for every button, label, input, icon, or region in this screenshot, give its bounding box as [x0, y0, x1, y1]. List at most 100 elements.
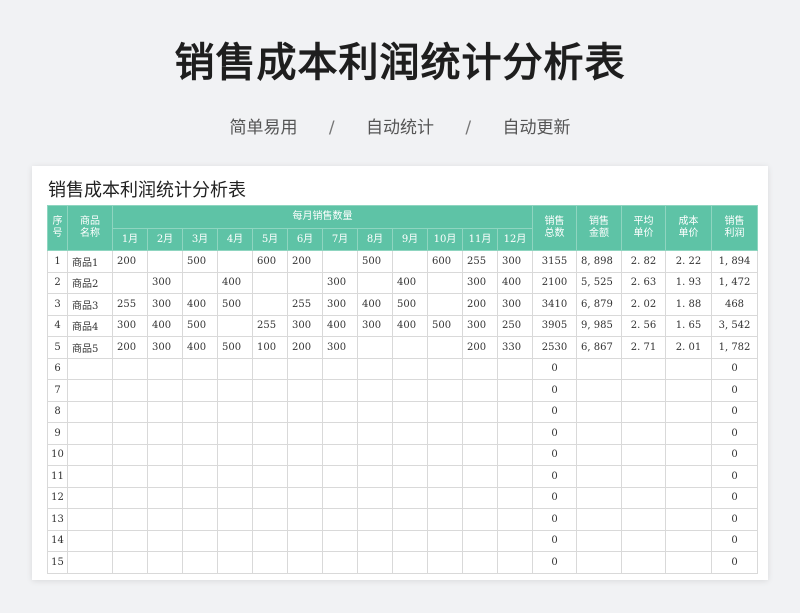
cell-profit[interactable]: 1, 782 [711, 336, 758, 359]
cell-month-qty[interactable] [252, 422, 288, 445]
cell-month-qty[interactable] [427, 379, 463, 402]
cell-month-qty[interactable] [287, 422, 323, 445]
cell-month-qty[interactable] [217, 314, 253, 337]
cell-cost-price[interactable] [665, 465, 712, 488]
cell-month-qty[interactable]: 330 [497, 336, 533, 359]
cell-month-qty[interactable] [497, 357, 533, 380]
cell-amount[interactable] [576, 508, 622, 531]
cell-product-name[interactable] [67, 443, 113, 466]
cell-month-qty[interactable]: 200 [287, 336, 323, 359]
cell-month-qty[interactable]: 300 [462, 271, 498, 294]
cell-amount[interactable] [576, 357, 622, 380]
cell-total-qty[interactable]: 0 [532, 400, 577, 423]
cell-month-qty[interactable]: 300 [497, 250, 533, 273]
cell-month-qty[interactable]: 500 [357, 250, 393, 273]
cell-amount[interactable]: 5, 525 [576, 271, 622, 294]
cell-avg-price[interactable] [621, 357, 666, 380]
cell-month-qty[interactable]: 300 [322, 271, 358, 294]
cell-month-qty[interactable]: 300 [462, 314, 498, 337]
cell-month-qty[interactable] [217, 508, 253, 531]
cell-product-name[interactable] [67, 508, 113, 531]
cell-month-qty[interactable] [322, 250, 358, 273]
cell-product-name[interactable] [67, 400, 113, 423]
cell-month-qty[interactable]: 300 [322, 336, 358, 359]
cell-month-qty[interactable] [147, 551, 183, 574]
cell-month-qty[interactable]: 500 [427, 314, 463, 337]
cell-month-qty[interactable]: 300 [322, 293, 358, 316]
cell-profit[interactable]: 0 [711, 486, 758, 509]
cell-month-qty[interactable] [497, 529, 533, 552]
cell-avg-price[interactable]: 2. 02 [621, 293, 666, 316]
cell-month-qty[interactable] [217, 443, 253, 466]
cell-month-qty[interactable] [147, 529, 183, 552]
cell-total-qty[interactable]: 0 [532, 422, 577, 445]
cell-total-qty[interactable]: 0 [532, 529, 577, 552]
cell-month-qty[interactable] [112, 486, 148, 509]
cell-month-qty[interactable] [182, 443, 218, 466]
cell-avg-price[interactable] [621, 551, 666, 574]
cell-profit[interactable]: 0 [711, 422, 758, 445]
cell-profit[interactable]: 0 [711, 379, 758, 402]
cell-month-qty[interactable] [497, 443, 533, 466]
cell-total-qty[interactable]: 0 [532, 508, 577, 531]
cell-total-qty[interactable]: 3905 [532, 314, 577, 337]
cell-month-qty[interactable] [287, 400, 323, 423]
cell-avg-price[interactable] [621, 443, 666, 466]
cell-seq[interactable]: 5 [47, 336, 68, 359]
cell-month-qty[interactable]: 300 [147, 336, 183, 359]
cell-month-qty[interactable] [322, 443, 358, 466]
cell-total-qty[interactable]: 0 [532, 443, 577, 466]
cell-avg-price[interactable] [621, 400, 666, 423]
cell-avg-price[interactable] [621, 465, 666, 488]
cell-month-qty[interactable] [322, 529, 358, 552]
cell-total-qty[interactable]: 2100 [532, 271, 577, 294]
cell-month-qty[interactable] [182, 465, 218, 488]
cell-month-qty[interactable] [392, 379, 428, 402]
cell-month-qty[interactable] [112, 508, 148, 531]
cell-month-qty[interactable] [182, 508, 218, 531]
cell-profit[interactable]: 0 [711, 551, 758, 574]
cell-amount[interactable] [576, 486, 622, 509]
cell-month-qty[interactable]: 600 [427, 250, 463, 273]
cell-seq[interactable]: 7 [47, 379, 68, 402]
cell-month-qty[interactable] [217, 422, 253, 445]
cell-month-qty[interactable]: 300 [357, 314, 393, 337]
cell-month-qty[interactable] [427, 486, 463, 509]
cell-month-qty[interactable] [392, 400, 428, 423]
cell-month-qty[interactable] [252, 400, 288, 423]
cell-month-qty[interactable] [392, 443, 428, 466]
cell-seq[interactable]: 11 [47, 465, 68, 488]
cell-month-qty[interactable] [357, 336, 393, 359]
cell-month-qty[interactable] [497, 400, 533, 423]
cell-month-qty[interactable] [287, 465, 323, 488]
cell-cost-price[interactable]: 1. 88 [665, 293, 712, 316]
cell-month-qty[interactable] [357, 486, 393, 509]
cell-month-qty[interactable] [252, 465, 288, 488]
cell-seq[interactable]: 3 [47, 293, 68, 316]
cell-month-qty[interactable] [427, 551, 463, 574]
cell-month-qty[interactable] [217, 400, 253, 423]
cell-cost-price[interactable] [665, 508, 712, 531]
cell-avg-price[interactable] [621, 529, 666, 552]
cell-month-qty[interactable] [112, 379, 148, 402]
cell-month-qty[interactable] [217, 357, 253, 380]
cell-avg-price[interactable]: 2. 71 [621, 336, 666, 359]
cell-month-qty[interactable] [252, 293, 288, 316]
cell-profit[interactable]: 0 [711, 400, 758, 423]
cell-month-qty[interactable] [392, 508, 428, 531]
cell-month-qty[interactable]: 200 [462, 293, 498, 316]
cell-month-qty[interactable]: 200 [112, 336, 148, 359]
cell-product-name[interactable] [67, 357, 113, 380]
cell-month-qty[interactable] [182, 422, 218, 445]
cell-seq[interactable]: 13 [47, 508, 68, 531]
cell-month-qty[interactable] [112, 529, 148, 552]
cell-total-qty[interactable]: 2530 [532, 336, 577, 359]
cell-month-qty[interactable] [497, 465, 533, 488]
cell-month-qty[interactable]: 400 [392, 314, 428, 337]
cell-month-qty[interactable]: 600 [252, 250, 288, 273]
cell-product-name[interactable] [67, 486, 113, 509]
cell-product-name[interactable]: 商品3 [67, 293, 113, 316]
cell-month-qty[interactable] [182, 400, 218, 423]
cell-month-qty[interactable] [112, 551, 148, 574]
cell-month-qty[interactable] [112, 400, 148, 423]
